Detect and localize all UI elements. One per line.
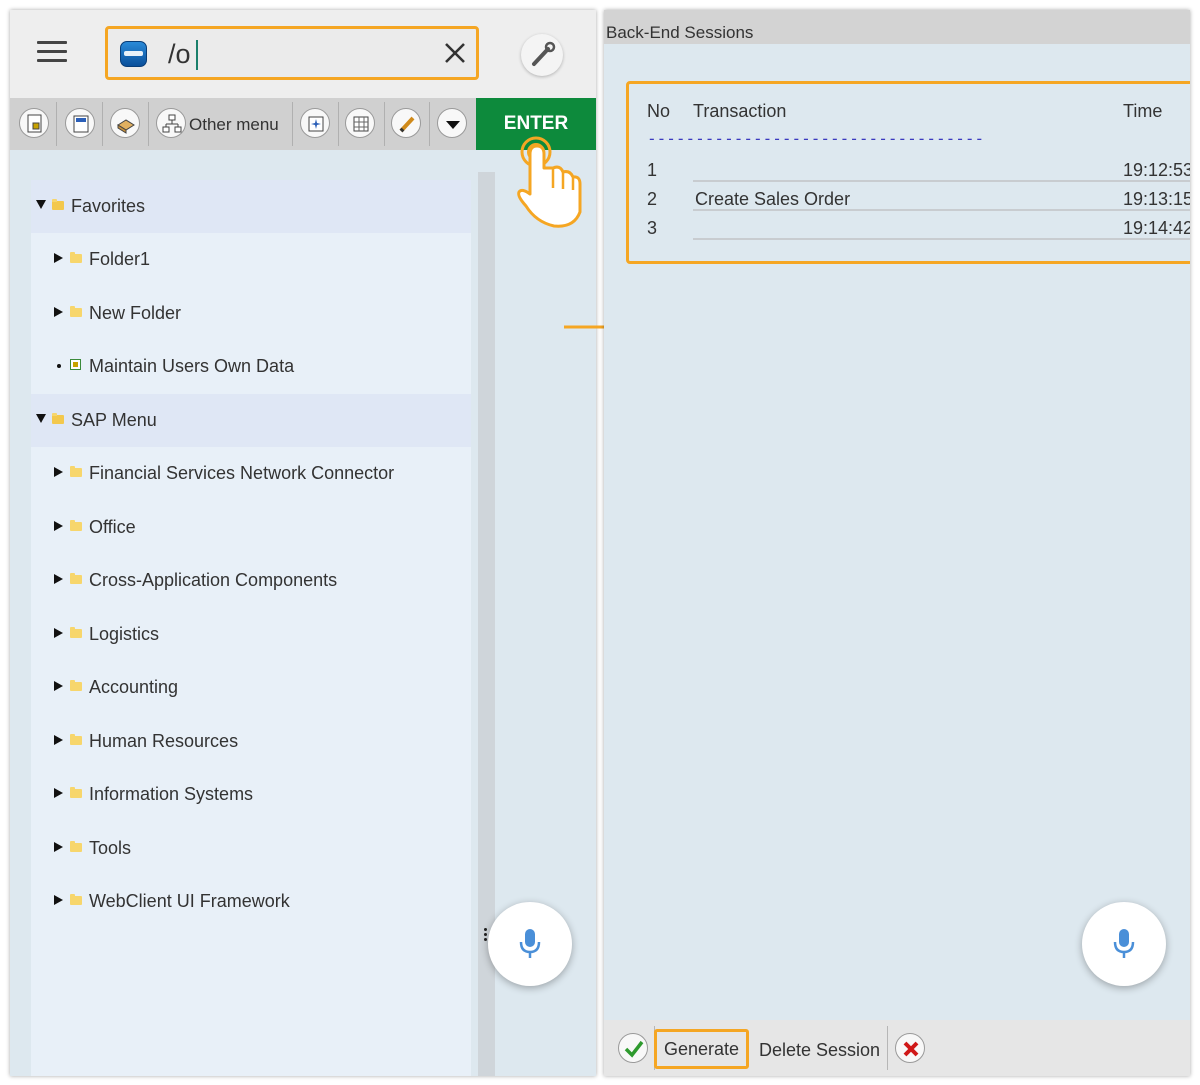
folder-icon: [70, 680, 82, 691]
microphone-icon: [1113, 929, 1135, 958]
microphone-button[interactable]: [488, 902, 572, 986]
folder-icon: [70, 306, 82, 317]
microphone-icon: [519, 929, 541, 958]
folder-open-icon: [52, 199, 64, 210]
session-time: 19:12:53: [1123, 160, 1190, 180]
grid-star-icon[interactable]: [300, 108, 330, 138]
session-transaction-field[interactable]: Create Sales Order: [693, 187, 1190, 211]
top-bar: [10, 10, 596, 98]
column-header-no: No: [647, 101, 671, 121]
folder-icon: [70, 787, 82, 798]
tree-label: Folder1: [89, 249, 151, 269]
left-screen: Other menu ENTER Favorites Folder1: [10, 10, 596, 1076]
close-icon[interactable]: [444, 42, 466, 64]
tree-label: SAP Menu: [71, 410, 157, 430]
generate-button[interactable]: Generate: [654, 1029, 749, 1069]
page-title: Back-End Sessions: [606, 23, 754, 42]
tree-node-webclient[interactable]: WebClient UI Framework: [31, 875, 471, 928]
command-field-box[interactable]: [105, 26, 479, 80]
column-header-time: Time: [1123, 101, 1163, 121]
tree-label: Information Systems: [89, 784, 254, 804]
tree-node-maintain-users[interactable]: Maintain Users Own Data: [31, 340, 471, 393]
tap-gesture-icon: [517, 136, 582, 228]
column-header-transaction: Transaction: [693, 101, 787, 121]
menu-tree: Favorites Folder1 New Folder Maintain Us…: [31, 180, 471, 1076]
folder-icon: [70, 520, 82, 531]
tree-label: Logistics: [89, 624, 160, 644]
folder-icon: [70, 734, 82, 745]
tree-label: New Folder: [89, 303, 182, 323]
tree-node-tools[interactable]: Tools: [31, 822, 471, 875]
text-cursor: [196, 40, 198, 70]
pencil-icon[interactable]: [391, 108, 421, 138]
liquid-logo-icon: [120, 41, 147, 67]
tree-label: Human Resources: [89, 731, 239, 751]
tree-label: Tools: [89, 838, 132, 858]
session-time: 19:13:15: [1123, 189, 1190, 209]
tree-node-cross-app[interactable]: Cross-Application Components: [31, 554, 471, 607]
session-time: 19:14:42: [1123, 218, 1190, 238]
transaction-icon: [70, 359, 81, 370]
sessions-list: No Transaction Time --------------------…: [626, 81, 1190, 264]
microphone-button[interactable]: [1082, 902, 1166, 986]
tree-node-sap-menu[interactable]: SAP Menu: [31, 394, 471, 447]
hamburger-menu-icon[interactable]: [37, 41, 67, 65]
tree-node-new-folder[interactable]: New Folder: [31, 287, 471, 340]
folder-icon: [70, 252, 82, 263]
document-edit-icon[interactable]: [65, 108, 95, 138]
checkmark-icon[interactable]: [618, 1033, 648, 1063]
folder-icon: [70, 841, 82, 852]
tree-node-favorites[interactable]: Favorites: [31, 180, 471, 233]
cancel-icon[interactable]: [895, 1033, 925, 1063]
session-no: 3: [647, 218, 658, 238]
package-icon[interactable]: [110, 108, 140, 138]
session-row[interactable]: 2 Create Sales Order 19:13:15: [629, 187, 1190, 215]
session-no: 1: [647, 160, 658, 180]
tree-node-logistics[interactable]: Logistics: [31, 608, 471, 661]
session-no: 2: [647, 189, 658, 209]
title-bar: Back-End Sessions: [604, 10, 1190, 44]
tree-label: WebClient UI Framework: [89, 891, 290, 911]
session-transaction-field[interactable]: [693, 216, 1190, 240]
other-menu-label: Other menu: [189, 115, 279, 134]
dropdown-more-icon[interactable]: [437, 108, 467, 138]
tree-label: Office: [89, 517, 136, 537]
footer-toolbar: Generate Delete Session: [604, 1020, 1190, 1076]
user-lock-icon[interactable]: [19, 108, 49, 138]
session-transaction-field[interactable]: [693, 158, 1190, 182]
header-separator: ----------------------------------------…: [647, 129, 985, 145]
folder-icon: [70, 573, 82, 584]
tree-node-accounting[interactable]: Accounting: [31, 661, 471, 714]
folder-icon: [70, 466, 82, 477]
folder-icon: [70, 627, 82, 638]
wrench-icon[interactable]: [521, 34, 563, 76]
session-row[interactable]: 1 19:12:53: [629, 158, 1190, 186]
right-screen: Back-End Sessions No Transaction Time --…: [604, 10, 1190, 1076]
tree-label: Maintain Users Own Data: [89, 356, 295, 376]
folder-icon: [70, 894, 82, 905]
toolbar: Other menu ENTER: [10, 98, 596, 150]
grid-settings-icon[interactable]: [345, 108, 375, 138]
tree-node-fsn-connector[interactable]: Financial Services Network Connector: [31, 447, 471, 500]
tree-node-information-systems[interactable]: Information Systems: [31, 768, 471, 821]
tree-node-human-resources[interactable]: Human Resources: [31, 715, 471, 768]
session-row[interactable]: 3 19:14:42: [629, 216, 1190, 244]
tree-label: Cross-Application Components: [89, 570, 338, 590]
hierarchy-icon: [156, 108, 186, 138]
tree-node-office[interactable]: Office: [31, 501, 471, 554]
delete-session-button[interactable]: Delete Session: [759, 1040, 880, 1061]
folder-open-icon: [52, 413, 64, 424]
tree-label: Accounting: [89, 677, 179, 697]
tree-label: Favorites: [71, 196, 146, 216]
tree-label: Financial Services Network Connector: [89, 463, 395, 483]
command-field-input[interactable]: [168, 36, 428, 72]
tree-node-folder1[interactable]: Folder1: [31, 233, 471, 286]
